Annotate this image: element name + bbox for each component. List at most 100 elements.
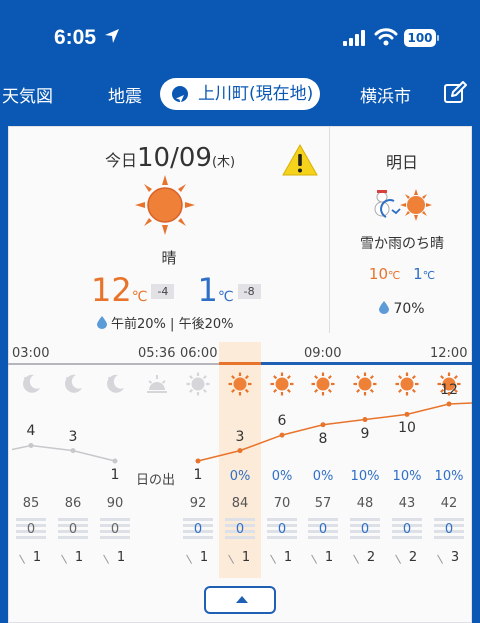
humidity-value: 42	[440, 496, 458, 511]
temp-value: 3	[68, 428, 78, 445]
temp-value: 10	[398, 420, 416, 437]
wind-direction-icon	[311, 550, 325, 564]
humidity-value: 43	[398, 496, 416, 511]
chevron-up-icon	[236, 596, 248, 603]
temp-value: 3	[235, 428, 245, 445]
time-label-0300: 03:00	[12, 346, 50, 361]
sun-icon	[135, 175, 195, 235]
timeline-axis-past	[8, 363, 220, 365]
wind-direction-icon	[437, 550, 451, 564]
sun-icon	[228, 372, 252, 396]
sunrise-icon	[145, 372, 169, 396]
status-bar: 6:05 100	[0, 0, 480, 74]
precipitation-value: 0	[308, 518, 338, 542]
precip-probability: 10%	[392, 469, 422, 484]
moon-icon	[19, 372, 43, 396]
today-rain: 午前20% | 午後20%	[97, 313, 233, 332]
raindrop-icon	[379, 301, 390, 314]
warning-icon[interactable]	[281, 143, 319, 177]
humidity-value: 84	[231, 496, 249, 511]
tomorrow-low-unit: ℃	[422, 269, 436, 282]
wind-direction-icon	[103, 550, 117, 564]
temp-value: 12	[440, 382, 458, 398]
snow-rain-then-sun-icon	[374, 189, 432, 221]
sunrise-label: 日の出	[136, 473, 176, 488]
battery-tip	[437, 35, 439, 41]
precipitation-value: 0	[225, 518, 255, 542]
today-panel: 今日10/09(木) 晴 12℃ -4 1℃ -8 午前20% | 午後20%	[9, 127, 329, 333]
status-time: 6:05	[54, 26, 97, 49]
tomorrow-rain: 70%	[330, 301, 474, 317]
location-pin-icon	[172, 86, 188, 103]
tab-weather-map[interactable]: 天気図	[2, 82, 53, 107]
wind-value: 1	[52, 550, 94, 565]
wind-speed: 1	[32, 550, 42, 565]
raindrop-icon	[97, 316, 107, 329]
wind-value: 1	[261, 550, 303, 565]
sun-grey-icon	[186, 372, 210, 396]
tomorrow-high: 10	[368, 265, 389, 283]
today-low-diff: -8	[237, 284, 261, 299]
today-date: 今日10/09(木)	[105, 143, 235, 173]
battery-icon: 100	[404, 29, 436, 47]
edit-icon[interactable]	[442, 80, 468, 106]
wind-speed: 1	[283, 550, 293, 565]
wind-speed: 2	[366, 550, 376, 565]
today-date-value: 10/09	[137, 143, 212, 173]
wind-value: 1	[94, 550, 136, 565]
collapse-button[interactable]	[204, 586, 276, 614]
tab-earthquake[interactable]: 地震	[108, 82, 142, 107]
wind-speed: 2	[408, 550, 418, 565]
wind-value: 1	[177, 550, 219, 565]
wind-speed: 3	[450, 550, 460, 565]
tomorrow-rain-value: 70%	[393, 301, 425, 317]
location-tabs: 天気図 地震 上川町(現在地) 横浜市	[0, 74, 480, 118]
today-low-unit: ℃	[217, 289, 234, 305]
temp-value: 1	[193, 467, 203, 483]
moon-icon	[61, 372, 85, 396]
humidity-value: 86	[64, 496, 82, 511]
sun-icon	[353, 372, 377, 396]
wind-value: 2	[386, 550, 428, 565]
temp-value: 1	[110, 467, 120, 483]
signal-icon	[343, 30, 365, 46]
precipitation-value: 0	[100, 518, 130, 542]
rain-pm: 午後20%	[178, 317, 234, 332]
today-prefix: 今日	[105, 151, 138, 170]
today-high: 12	[91, 271, 132, 309]
today-temps: 12℃ -4 1℃ -8	[91, 271, 261, 309]
precipitation-value: 0	[58, 518, 88, 542]
precipitation-value: 0	[267, 518, 297, 542]
sun-icon	[395, 372, 419, 396]
moon-icon	[103, 372, 127, 396]
tomorrow-temps: 10℃ 1℃	[330, 265, 474, 283]
precip-probability: 10%	[350, 469, 380, 484]
precip-probability: 0%	[229, 469, 251, 484]
temp-value: 6	[277, 413, 287, 430]
wind-value: 1	[219, 550, 261, 565]
tab-current-location[interactable]: 上川町(現在地)	[160, 78, 320, 110]
precip-probability: 10%	[434, 469, 464, 484]
time-label-sunrise: 05:36	[138, 346, 176, 361]
wind-speed: 1	[116, 550, 126, 565]
sun-icon	[270, 372, 294, 396]
humidity-value: 70	[273, 496, 291, 511]
wind-direction-icon	[395, 550, 409, 564]
location-arrow-icon	[105, 29, 119, 43]
humidity-value: 85	[22, 496, 40, 511]
tab-current-location-label: 上川町(現在地)	[198, 84, 314, 104]
time-label-0900: 09:00	[304, 346, 342, 361]
timeline-axis-now	[219, 362, 261, 365]
temp-value: 8	[318, 430, 328, 447]
precipitation-value: 0	[350, 518, 380, 542]
wind-direction-icon	[353, 550, 367, 564]
tomorrow-panel[interactable]: 明日 雪か雨のち晴 10℃ 1℃ 70%	[329, 127, 473, 333]
tab-yokohama[interactable]: 横浜市	[360, 82, 411, 107]
wind-direction-icon	[228, 550, 242, 564]
wind-value: 1	[10, 550, 52, 565]
precipitation-value: 0	[392, 518, 422, 542]
wifi-icon	[374, 28, 398, 46]
precip-probability: 0%	[312, 469, 334, 484]
humidity-value: 92	[189, 496, 207, 511]
wind-speed: 1	[241, 550, 251, 565]
